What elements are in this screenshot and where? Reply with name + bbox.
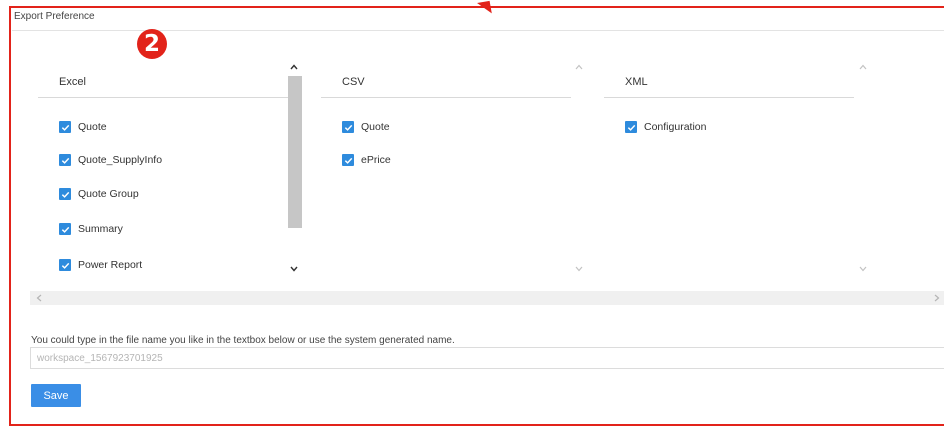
list-item[interactable]: Quote Group [59, 187, 139, 201]
list-item-label: Quote [361, 121, 390, 133]
file-name-input[interactable] [30, 347, 944, 369]
csv-column: CSV Quote ePrice [321, 56, 587, 278]
checkbox-checked[interactable] [59, 154, 71, 166]
checkbox-checked[interactable] [59, 223, 71, 235]
checkbox-checked[interactable] [59, 121, 71, 133]
xml-column-header: XML [604, 56, 854, 98]
list-item[interactable]: Summary [59, 222, 123, 236]
list-item[interactable]: Quote [342, 120, 390, 134]
excel-column: Excel Quote Quote_SupplyInfo Quote Group… [38, 56, 304, 278]
checkbox-checked[interactable] [59, 259, 71, 271]
check-icon [61, 157, 69, 164]
check-icon [61, 124, 69, 131]
list-item-label: Configuration [644, 121, 707, 133]
list-item[interactable]: ePrice [342, 153, 391, 167]
checkbox-checked[interactable] [342, 121, 354, 133]
checkbox-checked[interactable] [625, 121, 637, 133]
list-item-label: Quote Group [78, 188, 139, 200]
checkbox-checked[interactable] [342, 154, 354, 166]
list-item[interactable]: Quote_SupplyInfo [59, 153, 162, 167]
chevron-down-icon[interactable] [571, 262, 587, 276]
check-icon [627, 124, 635, 131]
checkbox-checked[interactable] [59, 188, 71, 200]
check-icon [61, 226, 69, 233]
save-button[interactable]: Save [31, 384, 81, 407]
check-icon [344, 157, 352, 164]
check-icon [61, 262, 69, 269]
chevron-left-icon[interactable] [32, 291, 46, 305]
xml-scrollbar[interactable] [855, 56, 871, 278]
csv-column-header: CSV [321, 56, 571, 98]
check-icon [61, 191, 69, 198]
list-item-label: Power Report [78, 259, 143, 271]
list-item-label: Quote_SupplyInfo [78, 154, 163, 166]
chevron-down-icon[interactable] [855, 262, 871, 276]
excel-scrollbar[interactable] [286, 56, 302, 278]
chevron-up-icon[interactable] [571, 60, 587, 74]
chevron-down-icon[interactable] [286, 262, 302, 276]
scroll-thumb[interactable] [288, 76, 302, 228]
list-item[interactable]: Configuration [625, 120, 706, 134]
list-item-label: ePrice [361, 154, 391, 166]
xml-header-label: XML [625, 76, 648, 88]
chevron-right-icon[interactable] [930, 291, 944, 305]
list-item[interactable]: Quote [59, 120, 107, 134]
csv-header-label: CSV [342, 76, 365, 88]
list-item-label: Summary [78, 223, 123, 235]
horizontal-scrollbar[interactable] [30, 291, 944, 305]
panel-title: Export Preference [14, 11, 95, 22]
excel-header-label: Excel [59, 76, 86, 88]
excel-column-header: Excel [38, 56, 288, 98]
xml-column: XML Configuration [604, 56, 870, 278]
chevron-up-icon[interactable] [855, 60, 871, 74]
check-icon [344, 124, 352, 131]
file-name-hint: You could type in the file name you like… [31, 335, 455, 346]
list-item-label: Quote [78, 121, 107, 133]
csv-scrollbar[interactable] [571, 56, 587, 278]
chevron-up-icon[interactable] [286, 60, 302, 74]
list-item[interactable]: Power Report [59, 258, 142, 272]
step-badge: 2 [137, 29, 167, 59]
